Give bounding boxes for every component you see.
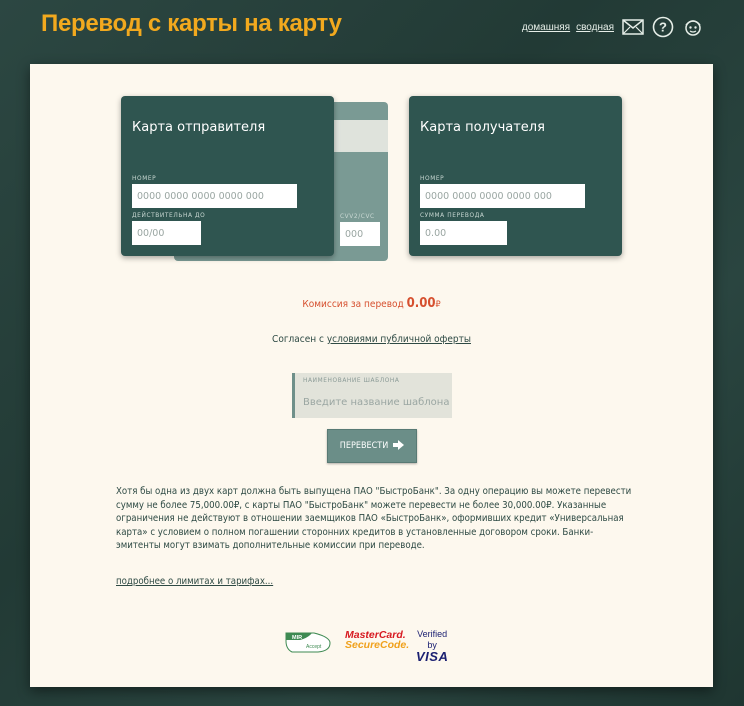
recipient-card-number-field[interactable]: 0000 0000 0000 0000 000 <box>420 184 585 208</box>
template-name-field[interactable]: НАИМЕНОВАНИЕ ШАБЛОНА Введите название ша… <box>292 373 452 418</box>
template-name-label: НАИМЕНОВАНИЕ ШАБЛОНА <box>303 376 400 384</box>
limits-info-text: Хотя бы одна из двух карт должна быть вы… <box>116 486 632 551</box>
fee-value: 0.00 <box>406 296 436 311</box>
agreement-prefix: Согласен с <box>272 334 324 345</box>
mir-logo-top-text: MIR <box>292 635 302 641</box>
help-icon[interactable]: ? <box>652 16 674 38</box>
sender-card-number-field[interactable]: 0000 0000 0000 0000 000 <box>132 184 297 208</box>
cvv-field[interactable]: 000 <box>340 222 380 246</box>
valid-thru-field[interactable]: 00/00 <box>132 221 201 245</box>
page-title: Перевод с карты на карту <box>41 10 342 37</box>
fee-line: Комиссия за перевод 0.00₽ <box>30 296 713 311</box>
mir-accept-logo: MIR Accept <box>284 631 332 653</box>
nav-summary-link[interactable]: сводная <box>576 22 614 33</box>
recipient-card: Карта получателя НОМЕР 0000 0000 0000 00… <box>409 96 622 256</box>
offer-terms-link[interactable]: условиями публичной оферты <box>327 334 471 345</box>
verified-by-visa-logo: Verified by VISA <box>416 629 449 664</box>
sender-number-label: НОМЕР <box>132 174 157 182</box>
mir-logo-bottom-text: Accept <box>306 644 322 650</box>
amount-label: СУММА ПЕРЕВОДА <box>420 211 485 219</box>
arrow-right-icon <box>393 439 405 453</box>
mail-icon[interactable] <box>622 16 644 38</box>
amount-field[interactable]: 0.00 <box>420 221 507 245</box>
top-nav: домашняя сводная ? <box>522 16 704 38</box>
fee-currency: ₽ <box>435 300 441 310</box>
header: Перевод с карты на карту домашняя сводна… <box>0 0 744 60</box>
transfer-button[interactable]: ПЕРЕВЕСТИ <box>327 429 417 463</box>
svg-text:?: ? <box>659 20 667 35</box>
nav-home-link[interactable]: домашняя <box>522 22 570 33</box>
agreement-line: Согласен с условиями публичной оферты <box>30 334 713 345</box>
recipient-number-label: НОМЕР <box>420 174 445 182</box>
limits-more-link[interactable]: подробнее о лимитах и тарифах... <box>116 576 273 587</box>
valid-thru-label: ДЕЙСТВИТЕЛЬНА ДО <box>132 211 206 219</box>
profile-icon[interactable] <box>682 16 704 38</box>
fee-label: Комиссия за перевод <box>302 299 404 310</box>
visa-line1: Verified by <box>417 629 448 650</box>
transfer-button-label: ПЕРЕВЕСТИ <box>339 441 389 451</box>
mastercard-line2: SecureCode. <box>345 639 410 651</box>
transfer-panel: CVV2/CVC 000 Карта отправителя НОМЕР 000… <box>30 64 713 687</box>
visa-line2: VISA <box>416 649 449 664</box>
sender-card-title: Карта отправителя <box>132 120 266 135</box>
recipient-card-title: Карта получателя <box>420 120 545 135</box>
sender-card: Карта отправителя НОМЕР 0000 0000 0000 0… <box>121 96 334 256</box>
template-name-placeholder: Введите название шаблона <box>303 397 450 408</box>
cvv-label: CVV2/CVC <box>340 212 375 220</box>
mastercard-securecode-logo: MasterCard. SecureCode. <box>345 630 410 651</box>
